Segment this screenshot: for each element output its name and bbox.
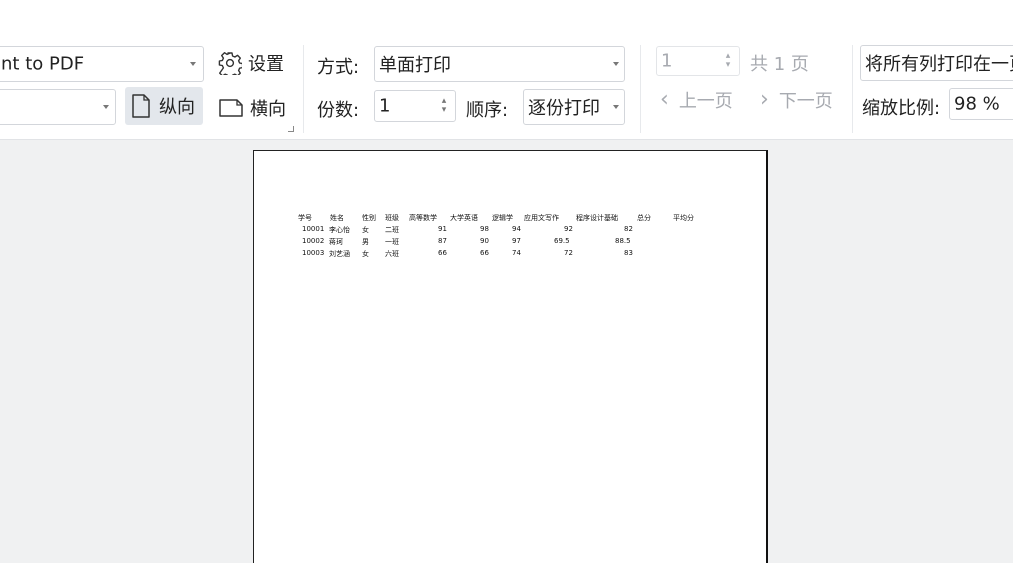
table-cell: 二班	[385, 226, 399, 234]
divider	[852, 45, 853, 133]
order-select[interactable]: 逐份打印	[523, 89, 625, 125]
stepper-arrows-icon[interactable]: ▴ ▾	[723, 52, 733, 70]
header-cell: 姓名	[330, 214, 344, 222]
table-cell: 92	[564, 225, 573, 233]
chevron-down-icon	[190, 62, 196, 66]
copies-stepper[interactable]: 1 ▴ ▾	[374, 90, 456, 122]
scale-label: 缩放比例:	[862, 98, 941, 119]
fit-select[interactable]: 将所有列打印在一页	[860, 45, 1013, 81]
group-expand-icon[interactable]	[288, 126, 294, 132]
fit-value: 将所有列打印在一页	[865, 54, 1013, 75]
table-cell: 女	[362, 226, 369, 234]
next-page-label: 下一页	[778, 91, 833, 112]
landscape-label: 横向	[250, 99, 286, 120]
copies-label: 份数:	[317, 100, 360, 121]
table-cell: 刘艺涵	[329, 250, 350, 258]
table-cell: 97	[512, 237, 521, 245]
order-label: 顺序:	[466, 100, 509, 121]
landscape-page-icon	[218, 97, 244, 119]
print-preview-page	[253, 150, 768, 563]
divider	[303, 45, 304, 133]
portrait-label: 纵向	[159, 97, 195, 118]
print-toolbar: nt to PDF 设置 纵向 横向 方式: 单面打印 份数: 1 ▴ ▾ 顺序…	[0, 0, 1013, 140]
table-cell: 90	[480, 237, 489, 245]
table-cell: 91	[438, 225, 447, 233]
header-cell: 逻辑学	[492, 214, 513, 222]
header-cell: 程序设计基础	[576, 214, 618, 222]
chevron-down-icon	[103, 105, 109, 109]
mode-label: 方式:	[317, 57, 360, 78]
header-cell: 高等数学	[409, 214, 437, 222]
stepper-arrows-icon[interactable]: ▴ ▾	[439, 97, 449, 115]
table-cell: 69.5	[554, 237, 570, 245]
mode-value: 单面打印	[379, 55, 451, 76]
chevron-left-icon: ‹	[660, 87, 669, 112]
table-cell: 87	[438, 237, 447, 245]
table-cell: 82	[624, 225, 633, 233]
table-cell: 10001	[302, 225, 325, 233]
printer-name: nt to PDF	[1, 53, 85, 75]
portrait-page-icon	[131, 94, 151, 118]
header-cell: 大学英语	[450, 214, 478, 222]
copies-value: 1	[379, 95, 391, 117]
table-cell: 83	[624, 249, 633, 257]
prev-page-label: 上一页	[678, 91, 733, 112]
table-cell: 66	[480, 249, 489, 257]
prev-page-button[interactable]: ‹ 上一页	[660, 87, 733, 113]
chevron-right-icon: ›	[760, 87, 769, 112]
printer-select[interactable]: nt to PDF	[0, 46, 204, 82]
header-cell: 平均分	[673, 214, 694, 222]
table-cell: 蒋珂	[329, 238, 343, 246]
table-cell: 66	[438, 249, 447, 257]
table-cell: 74	[512, 249, 521, 257]
portrait-button[interactable]: 纵向	[125, 87, 203, 125]
page-number-value: 1	[661, 50, 673, 72]
table-cell: 10002	[302, 237, 325, 245]
next-page-button[interactable]: › 下一页	[760, 87, 833, 113]
page-total: 共 1 页	[750, 54, 809, 75]
table-cell: 10003	[302, 249, 325, 257]
divider	[640, 45, 641, 133]
table-cell: 李心怡	[329, 226, 350, 234]
scale-input[interactable]: 98 %	[949, 88, 1013, 120]
header-cell: 应用文写作	[524, 214, 559, 222]
table-cell: 一班	[385, 238, 399, 246]
landscape-button[interactable]: 横向	[218, 89, 286, 127]
table-cell: 88.5	[615, 237, 631, 245]
header-cell: 学号	[298, 214, 312, 222]
table-cell: 72	[564, 249, 573, 257]
header-cell: 班级	[385, 214, 399, 222]
settings-button[interactable]: 设置	[218, 44, 284, 82]
gear-icon	[218, 51, 244, 79]
header-cell: 性别	[362, 214, 376, 222]
table-cell: 94	[512, 225, 521, 233]
order-value: 逐份打印	[528, 98, 600, 119]
mode-select[interactable]: 单面打印	[374, 46, 625, 82]
header-cell: 总分	[637, 214, 651, 222]
chevron-down-icon	[613, 105, 619, 109]
table-cell: 男	[362, 238, 369, 246]
settings-label: 设置	[248, 54, 284, 75]
table-cell: 女	[362, 250, 369, 258]
chevron-down-icon	[613, 62, 619, 66]
paper-select[interactable]	[0, 89, 116, 125]
page-number-input[interactable]: 1 ▴ ▾	[656, 46, 740, 76]
scale-value: 98 %	[954, 93, 1000, 115]
table-cell: 六班	[385, 250, 399, 258]
table-cell: 98	[480, 225, 489, 233]
